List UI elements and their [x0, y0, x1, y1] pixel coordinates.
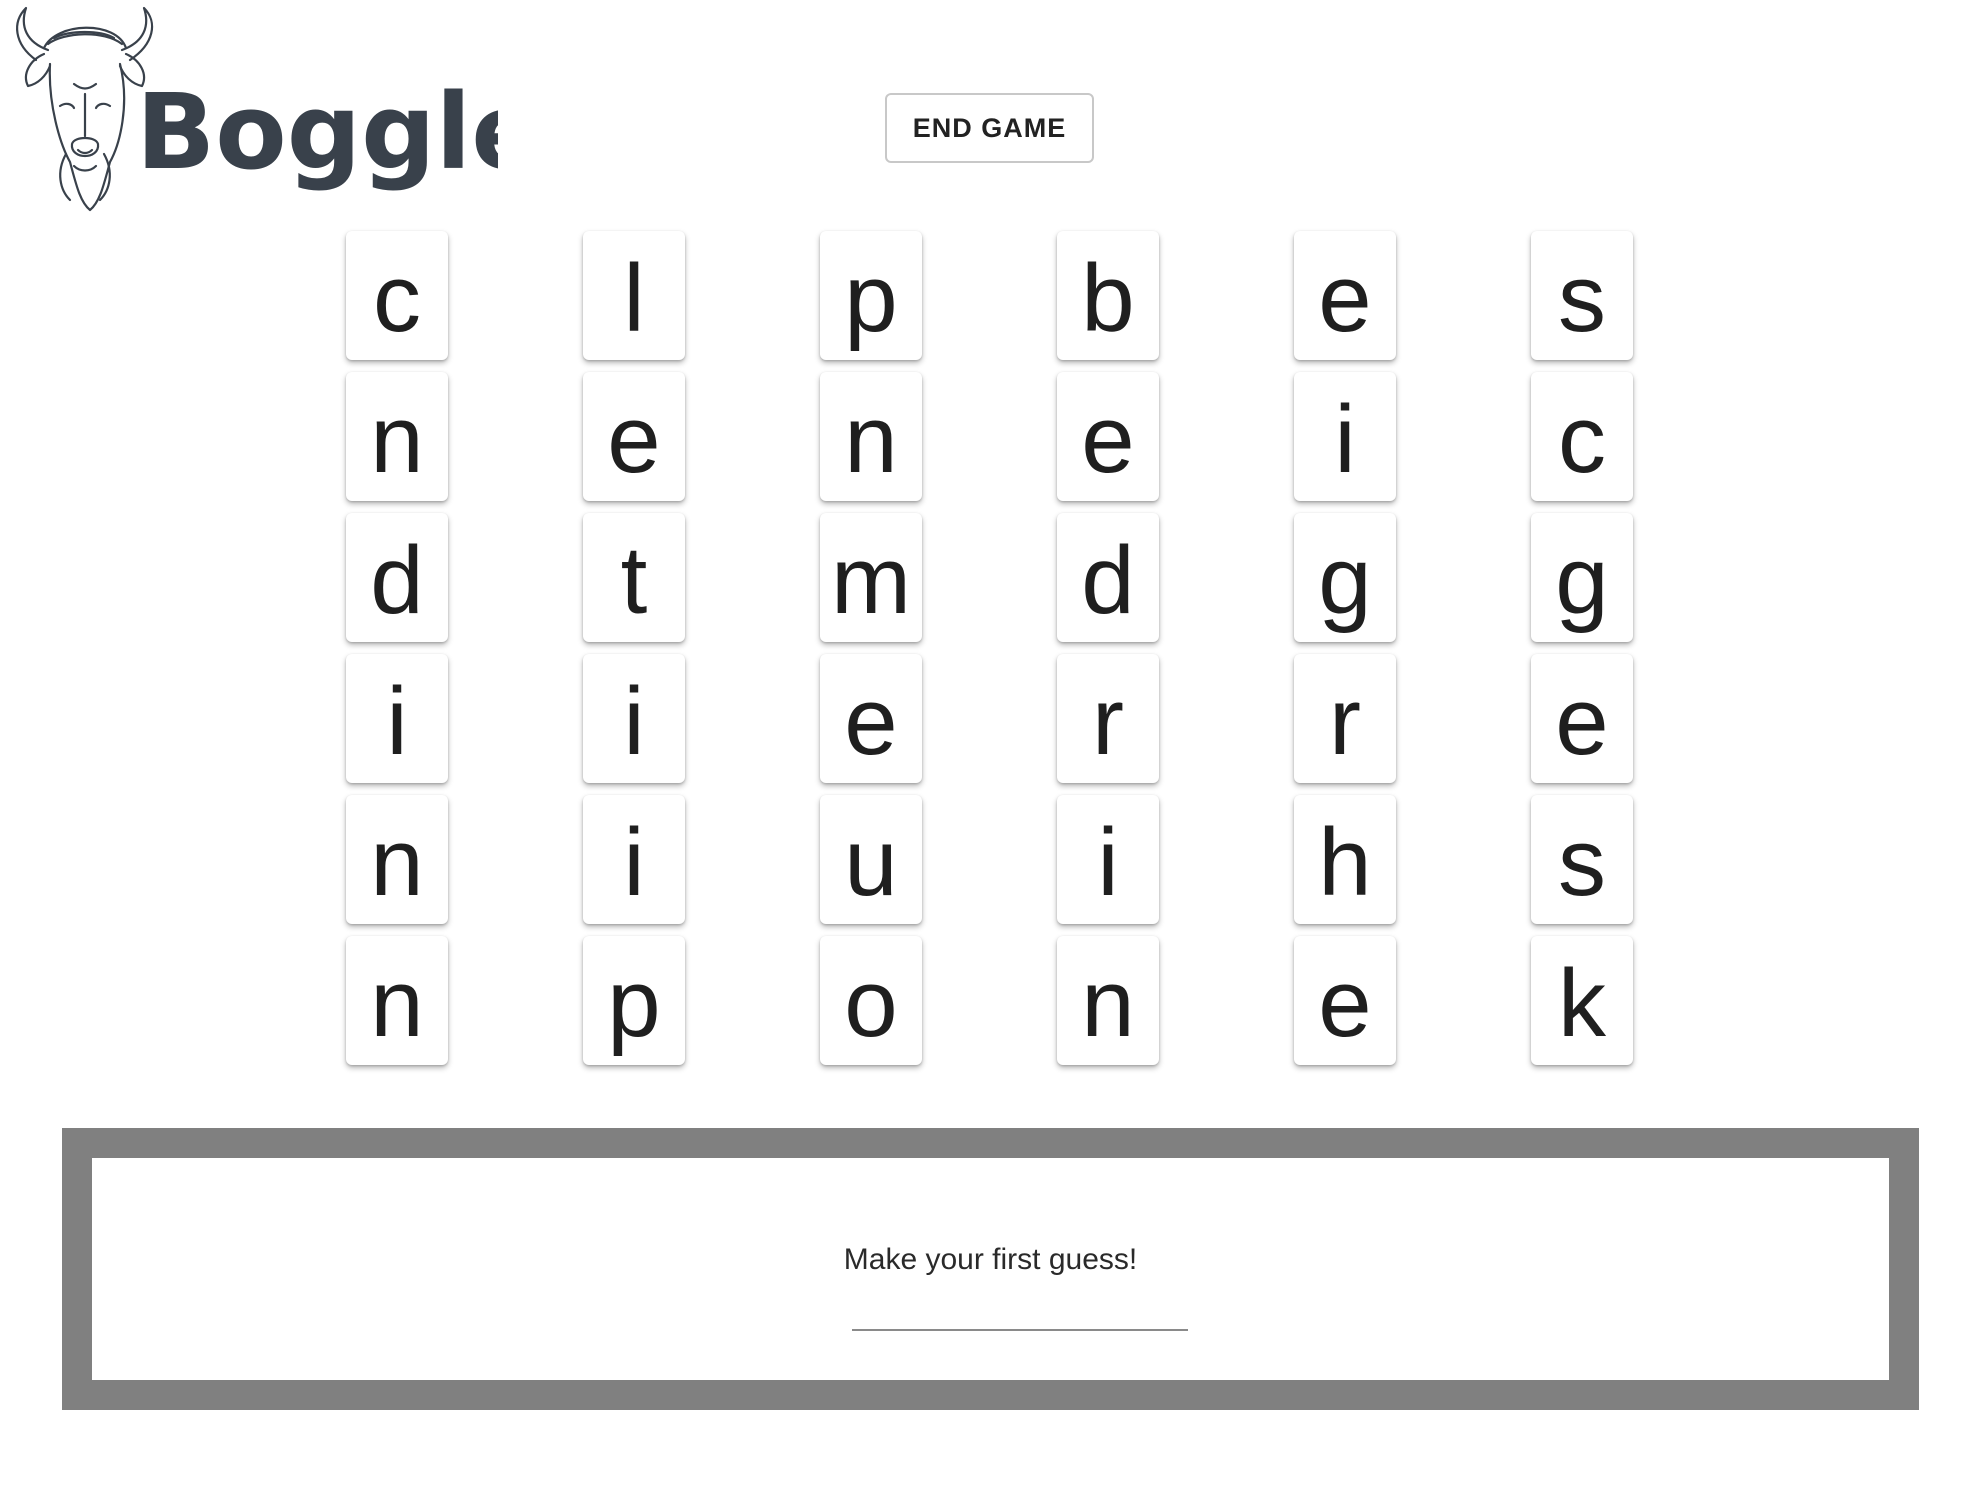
letter-tile[interactable]: i	[583, 654, 685, 783]
letter-tile[interactable]: n	[346, 936, 448, 1065]
letter-tile[interactable]: e	[583, 372, 685, 501]
letter-tile[interactable]: n	[346, 795, 448, 924]
letter-tile[interactable]: n	[820, 372, 922, 501]
letter-tile[interactable]: h	[1294, 795, 1396, 924]
letter-tile[interactable]: c	[1531, 372, 1633, 501]
letter-tile[interactable]: d	[1057, 513, 1159, 642]
guess-prompt: Make your first guess!	[843, 1243, 1138, 1276]
letter-tile[interactable]: r	[1294, 654, 1396, 783]
letter-board: cndinnletiippnmeuobedrineigrhescgesk	[0, 0, 1974, 1080]
letter-tile[interactable]: e	[1294, 231, 1396, 360]
letter-tile[interactable]: i	[583, 795, 685, 924]
letter-tile[interactable]: i	[1057, 795, 1159, 924]
letter-tile[interactable]: d	[346, 513, 448, 642]
guess-panel: Make your first guess!	[62, 1128, 1919, 1410]
letter-tile[interactable]: i	[346, 654, 448, 783]
letter-tile[interactable]: m	[820, 513, 922, 642]
letter-tile[interactable]: b	[1057, 231, 1159, 360]
letter-tile[interactable]: g	[1531, 513, 1633, 642]
letter-tile[interactable]: e	[1057, 372, 1159, 501]
letter-tile[interactable]: t	[583, 513, 685, 642]
letter-tile[interactable]: e	[820, 654, 922, 783]
letter-tile[interactable]: n	[346, 372, 448, 501]
letter-tile[interactable]: l	[583, 231, 685, 360]
letter-tile[interactable]: n	[1057, 936, 1159, 1065]
letter-tile[interactable]: e	[1294, 936, 1396, 1065]
letter-tile[interactable]: k	[1531, 936, 1633, 1065]
letter-tile[interactable]: g	[1294, 513, 1396, 642]
letter-tile[interactable]: c	[346, 231, 448, 360]
letter-tile[interactable]: u	[820, 795, 922, 924]
letter-tile[interactable]: i	[1294, 372, 1396, 501]
letter-tile[interactable]: r	[1057, 654, 1159, 783]
letter-tile[interactable]: s	[1531, 231, 1633, 360]
letter-tile[interactable]: p	[820, 231, 922, 360]
guess-input[interactable]	[852, 1283, 1188, 1331]
letter-tile[interactable]: s	[1531, 795, 1633, 924]
boggle-page: Boggle END GAME cndinnletiippnmeuobedrin…	[0, 0, 1974, 1494]
letter-tile[interactable]: p	[583, 936, 685, 1065]
letter-tile[interactable]: o	[820, 936, 922, 1065]
letter-tile[interactable]: e	[1531, 654, 1633, 783]
